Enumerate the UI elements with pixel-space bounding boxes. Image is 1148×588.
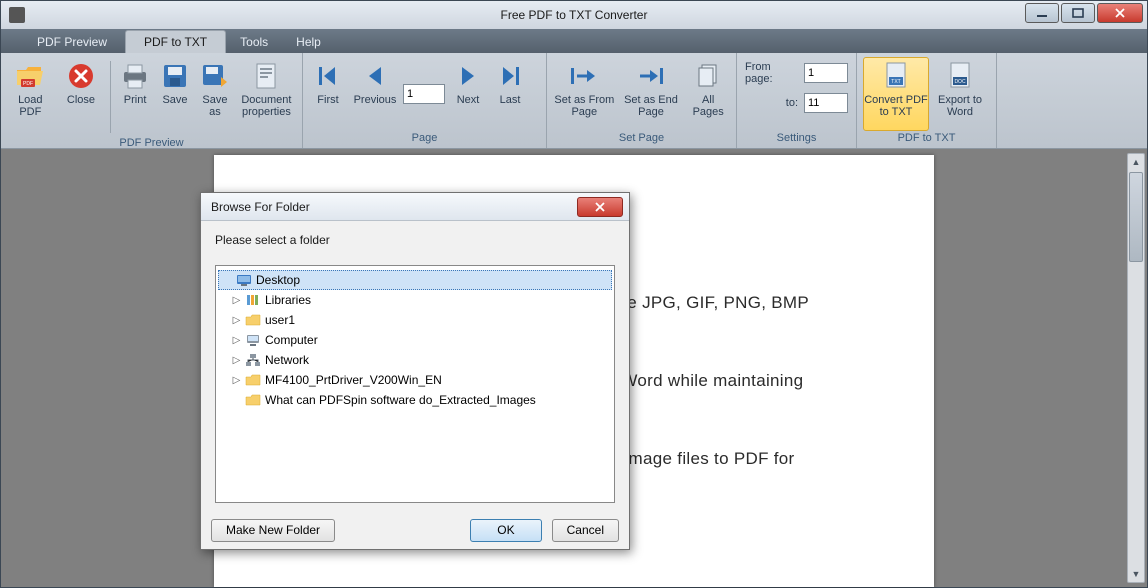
to-page-label: to: [786,97,798,109]
document-properties-icon [250,60,282,92]
set-from-page-button[interactable]: Set as From Page [553,57,616,131]
folder-icon [245,373,261,387]
svg-text:TXT: TXT [891,79,900,85]
tab-pdf-to-txt[interactable]: PDF to TXT [125,30,226,53]
expand-icon[interactable]: ▷ [232,296,241,305]
group-title-set-page: Set Page [547,132,736,148]
network-icon [245,353,261,367]
folder-tree[interactable]: ▷ Desktop ▷ Libraries ▷ user1 ▷ Computer… [215,265,615,503]
minimize-button[interactable] [1025,3,1059,23]
make-new-folder-button[interactable]: Make New Folder [211,519,335,542]
all-pages-icon [692,60,724,92]
svg-text:PDF: PDF [23,81,33,87]
printer-icon [119,60,151,92]
txt-file-icon: TXT [880,60,912,92]
folder-open-icon: PDF [14,60,46,92]
from-page-input[interactable] [804,63,848,83]
convert-pdf-to-txt-button[interactable]: TXT Convert PDF to TXT [863,57,929,131]
scroll-down-arrow-icon[interactable]: ▼ [1128,566,1144,582]
ribbon-group-pdf-preview: PDF Load PDF Close Print Save [1,53,303,148]
ribbon-tabstrip: PDF Preview PDF to TXT Tools Help [1,29,1147,53]
scrollbar-thumb[interactable] [1129,172,1143,262]
close-window-button[interactable] [1097,3,1143,23]
last-page-button[interactable]: Last [491,57,529,131]
set-from-page-icon [568,60,600,92]
save-as-button[interactable]: Save as [197,57,233,131]
word-file-icon: DOC [944,60,976,92]
expand-icon[interactable]: ▷ [232,356,241,365]
first-page-icon [312,60,344,92]
expand-icon[interactable]: ▷ [232,336,241,345]
ribbon-group-settings: From page: to: Settings [737,53,857,148]
last-page-icon [494,60,526,92]
dialog-message: Please select a folder [215,233,615,247]
first-page-button[interactable]: First [309,57,347,131]
cancel-button[interactable]: Cancel [552,519,619,542]
libraries-icon [245,293,261,307]
export-to-word-button[interactable]: DOC Export to Word [933,57,987,131]
tab-help[interactable]: Help [282,31,335,53]
tree-node-network[interactable]: ▷ Network [218,350,612,370]
tree-node-computer[interactable]: ▷ Computer [218,330,612,350]
svg-text:DOC: DOC [954,79,966,85]
set-end-page-button[interactable]: Set as End Page [620,57,683,131]
page-number-input[interactable] [403,84,445,104]
ok-button[interactable]: OK [470,519,541,542]
app-icon [9,7,25,23]
tree-node-mf4100[interactable]: ▷ MF4100_PrtDriver_V200Win_EN [218,370,612,390]
to-page-input[interactable] [804,93,848,113]
group-title-pdf-to-txt: PDF to TXT [857,132,996,148]
window-title: Free PDF to TXT Converter [1,8,1147,22]
close-button[interactable]: Close [58,57,105,131]
document-properties-button[interactable]: Document properties [237,57,296,131]
browse-for-folder-dialog: Browse For Folder Please select a folder… [200,192,630,550]
page-number-box [403,57,445,131]
previous-page-icon [359,60,391,92]
previous-page-button[interactable]: Previous [351,57,399,131]
vertical-scrollbar[interactable]: ▲ ▼ [1127,153,1145,583]
window-buttons [1025,3,1143,23]
tab-tools[interactable]: Tools [226,31,282,53]
dialog-close-button[interactable] [577,197,623,217]
save-as-icon [199,60,231,92]
computer-icon [245,333,261,347]
maximize-button[interactable] [1061,3,1095,23]
dialog-titlebar: Browse For Folder [201,193,629,221]
group-title-page: Page [303,132,546,148]
user-folder-icon [245,313,261,327]
tab-pdf-preview[interactable]: PDF Preview [19,31,125,53]
save-button[interactable]: Save [157,57,193,131]
ribbon-group-pdf-to-txt: TXT Convert PDF to TXT DOC Export to Wor… [857,53,997,148]
tree-node-libraries[interactable]: ▷ Libraries [218,290,612,310]
print-button[interactable]: Print [117,57,153,131]
next-page-icon [452,60,484,92]
dialog-footer: Make New Folder OK Cancel [201,511,629,549]
scroll-up-arrow-icon[interactable]: ▲ [1128,154,1144,170]
expand-icon[interactable]: ▷ [232,376,241,385]
expand-icon[interactable]: ▷ [232,316,241,325]
ribbon: PDF Load PDF Close Print Save [1,53,1147,149]
ribbon-group-page: First Previous Next Last Page [303,53,547,148]
ribbon-group-set-page: Set as From Page Set as End Page All Pag… [547,53,737,148]
folder-icon [245,393,261,407]
desktop-icon [236,273,252,287]
tree-node-extracted-images[interactable]: ▷ What can PDFSpin software do_Extracted… [218,390,612,410]
load-pdf-button[interactable]: PDF Load PDF [7,57,54,131]
group-title-settings: Settings [737,132,856,148]
all-pages-button[interactable]: All Pages [686,57,730,131]
from-page-label: From page: [745,61,798,85]
dialog-body: Please select a folder ▷ Desktop ▷ Libra… [201,221,629,511]
tree-node-user1[interactable]: ▷ user1 [218,310,612,330]
dialog-title: Browse For Folder [211,200,577,214]
save-icon [159,60,191,92]
close-circle-icon [65,60,97,92]
tree-node-desktop[interactable]: ▷ Desktop [218,270,612,290]
titlebar: Free PDF to TXT Converter [1,1,1147,29]
next-page-button[interactable]: Next [449,57,487,131]
set-end-page-icon [635,60,667,92]
